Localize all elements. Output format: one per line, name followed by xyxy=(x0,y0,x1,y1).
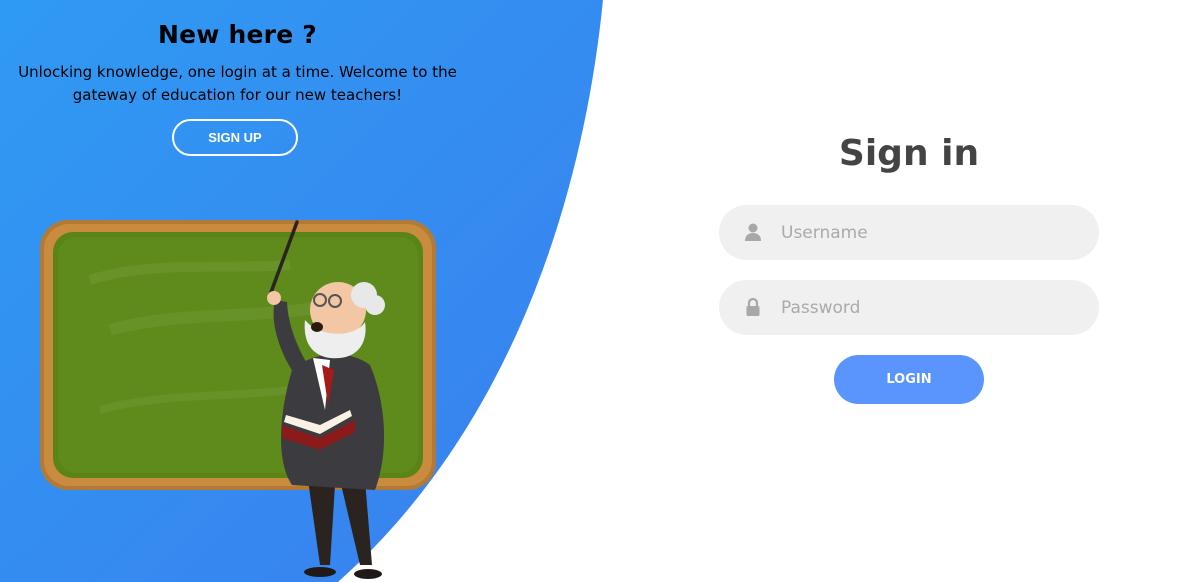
login-page: New here ? Unlocking knowledge, one logi… xyxy=(0,0,1181,582)
username-field[interactable] xyxy=(719,205,1099,260)
welcome-description: Unlocking knowledge, one login at a time… xyxy=(18,63,457,104)
password-input[interactable] xyxy=(781,280,1081,335)
teacher-chalkboard-illustration xyxy=(40,220,436,579)
username-input[interactable] xyxy=(781,205,1081,260)
password-field[interactable] xyxy=(719,280,1099,335)
new-here-heading: New here ? xyxy=(158,20,317,49)
sign-in-heading: Sign in xyxy=(838,133,980,174)
login-button[interactable]: LOGIN xyxy=(834,355,984,404)
lock-icon xyxy=(746,297,760,316)
sign-up-button[interactable]: SIGN UP xyxy=(172,119,298,156)
user-icon xyxy=(745,223,761,241)
